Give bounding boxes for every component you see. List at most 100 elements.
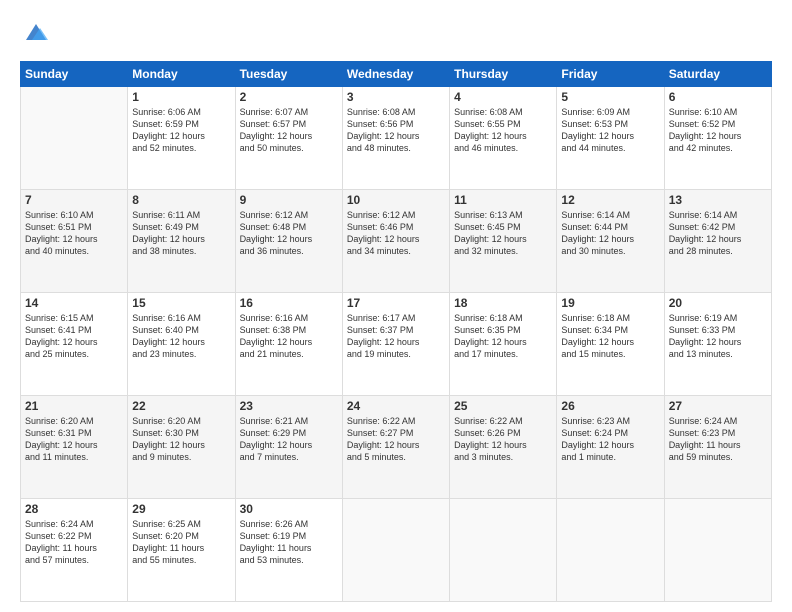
calendar-cell: 9 Sunrise: 6:12 AM Sunset: 6:48 PM Daylig… [235,189,342,292]
day-number: 21 [25,399,123,413]
calendar-cell [664,498,771,601]
day-number: 5 [561,90,659,104]
page: SundayMondayTuesdayWednesdayThursdayFrid… [0,0,792,612]
day-number: 4 [454,90,552,104]
calendar-cell: 4 Sunrise: 6:08 AM Sunset: 6:55 PM Daylig… [450,86,557,189]
calendar-cell: 25Sunrise: 6:22 AM Sunset: 6:26 PM Dayli… [450,395,557,498]
calendar-cell: 6 Sunrise: 6:10 AM Sunset: 6:52 PM Daylig… [664,86,771,189]
day-info: Sunrise: 6:25 AM Sunset: 6:20 PM Dayligh… [132,518,230,567]
day-info: Sunrise: 6:10 AM Sunset: 6:51 PM Dayligh… [25,209,123,258]
calendar-cell: 15 Sunrise: 6:16 AM Sunset: 6:40 PM Dayli… [128,292,235,395]
calendar-cell [557,498,664,601]
day-number: 29 [132,502,230,516]
weekday-header-friday: Friday [557,61,664,86]
calendar-cell: 16 Sunrise: 6:16 AM Sunset: 6:38 PM Dayli… [235,292,342,395]
calendar-cell: 20 Sunrise: 6:19 AM Sunset: 6:33 PM Dayli… [664,292,771,395]
day-number: 15 [132,296,230,310]
week-row-2: 7 Sunrise: 6:10 AM Sunset: 6:51 PM Daylig… [21,189,772,292]
calendar-cell: 11Sunrise: 6:13 AM Sunset: 6:45 PM Dayli… [450,189,557,292]
weekday-header-tuesday: Tuesday [235,61,342,86]
day-info: Sunrise: 6:09 AM Sunset: 6:53 PM Dayligh… [561,106,659,155]
calendar-cell: 2Sunrise: 6:07 AM Sunset: 6:57 PM Daylig… [235,86,342,189]
day-info: Sunrise: 6:18 AM Sunset: 6:34 PM Dayligh… [561,312,659,361]
day-number: 12 [561,193,659,207]
calendar-cell: 7 Sunrise: 6:10 AM Sunset: 6:51 PM Daylig… [21,189,128,292]
calendar-cell: 17 Sunrise: 6:17 AM Sunset: 6:37 PM Dayli… [342,292,449,395]
day-number: 13 [669,193,767,207]
day-info: Sunrise: 6:12 AM Sunset: 6:46 PM Dayligh… [347,209,445,258]
week-row-3: 14 Sunrise: 6:15 AM Sunset: 6:41 PM Dayli… [21,292,772,395]
day-number: 8 [132,193,230,207]
calendar-cell [342,498,449,601]
day-info: Sunrise: 6:20 AM Sunset: 6:30 PM Dayligh… [132,415,230,464]
calendar-cell: 22 Sunrise: 6:20 AM Sunset: 6:30 PM Dayli… [128,395,235,498]
week-row-1: 1 Sunrise: 6:06 AM Sunset: 6:59 PM Daylig… [21,86,772,189]
day-info: Sunrise: 6:14 AM Sunset: 6:44 PM Dayligh… [561,209,659,258]
week-row-4: 21 Sunrise: 6:20 AM Sunset: 6:31 PM Dayli… [21,395,772,498]
weekday-header-saturday: Saturday [664,61,771,86]
day-number: 30 [240,502,338,516]
day-info: Sunrise: 6:08 AM Sunset: 6:55 PM Dayligh… [454,106,552,155]
day-info: Sunrise: 6:19 AM Sunset: 6:33 PM Dayligh… [669,312,767,361]
day-info: Sunrise: 6:18 AM Sunset: 6:35 PM Dayligh… [454,312,552,361]
day-info: Sunrise: 6:20 AM Sunset: 6:31 PM Dayligh… [25,415,123,464]
calendar-cell: 14 Sunrise: 6:15 AM Sunset: 6:41 PM Dayli… [21,292,128,395]
calendar-cell: 5 Sunrise: 6:09 AM Sunset: 6:53 PM Daylig… [557,86,664,189]
day-number: 9 [240,193,338,207]
day-info: Sunrise: 6:24 AM Sunset: 6:23 PM Dayligh… [669,415,767,464]
weekday-header-row: SundayMondayTuesdayWednesdayThursdayFrid… [21,61,772,86]
calendar-cell: 10 Sunrise: 6:12 AM Sunset: 6:46 PM Dayli… [342,189,449,292]
day-number: 17 [347,296,445,310]
day-number: 18 [454,296,552,310]
day-info: Sunrise: 6:16 AM Sunset: 6:38 PM Dayligh… [240,312,338,361]
calendar: SundayMondayTuesdayWednesdayThursdayFrid… [20,61,772,602]
calendar-cell: 19 Sunrise: 6:18 AM Sunset: 6:34 PM Dayli… [557,292,664,395]
calendar-cell: 12 Sunrise: 6:14 AM Sunset: 6:44 PM Dayli… [557,189,664,292]
calendar-cell: 30 Sunrise: 6:26 AM Sunset: 6:19 PM Dayli… [235,498,342,601]
weekday-header-wednesday: Wednesday [342,61,449,86]
day-number: 22 [132,399,230,413]
header [20,18,772,51]
day-info: Sunrise: 6:06 AM Sunset: 6:59 PM Dayligh… [132,106,230,155]
calendar-cell: 26Sunrise: 6:23 AM Sunset: 6:24 PM Dayli… [557,395,664,498]
day-number: 7 [25,193,123,207]
day-info: Sunrise: 6:26 AM Sunset: 6:19 PM Dayligh… [240,518,338,567]
weekday-header-sunday: Sunday [21,61,128,86]
day-number: 23 [240,399,338,413]
calendar-cell: 18 Sunrise: 6:18 AM Sunset: 6:35 PM Dayli… [450,292,557,395]
day-number: 19 [561,296,659,310]
day-info: Sunrise: 6:12 AM Sunset: 6:48 PM Dayligh… [240,209,338,258]
day-info: Sunrise: 6:15 AM Sunset: 6:41 PM Dayligh… [25,312,123,361]
day-info: Sunrise: 6:16 AM Sunset: 6:40 PM Dayligh… [132,312,230,361]
day-number: 16 [240,296,338,310]
day-number: 20 [669,296,767,310]
logo-icon [22,18,50,46]
day-number: 10 [347,193,445,207]
logo [20,18,50,51]
day-number: 3 [347,90,445,104]
day-info: Sunrise: 6:22 AM Sunset: 6:26 PM Dayligh… [454,415,552,464]
day-number: 1 [132,90,230,104]
day-info: Sunrise: 6:17 AM Sunset: 6:37 PM Dayligh… [347,312,445,361]
day-number: 6 [669,90,767,104]
day-info: Sunrise: 6:08 AM Sunset: 6:56 PM Dayligh… [347,106,445,155]
calendar-cell: 21 Sunrise: 6:20 AM Sunset: 6:31 PM Dayli… [21,395,128,498]
day-number: 27 [669,399,767,413]
day-info: Sunrise: 6:23 AM Sunset: 6:24 PM Dayligh… [561,415,659,464]
weekday-header-monday: Monday [128,61,235,86]
day-info: Sunrise: 6:13 AM Sunset: 6:45 PM Dayligh… [454,209,552,258]
weekday-header-thursday: Thursday [450,61,557,86]
week-row-5: 28Sunrise: 6:24 AM Sunset: 6:22 PM Dayli… [21,498,772,601]
day-info: Sunrise: 6:10 AM Sunset: 6:52 PM Dayligh… [669,106,767,155]
day-info: Sunrise: 6:22 AM Sunset: 6:27 PM Dayligh… [347,415,445,464]
day-number: 24 [347,399,445,413]
calendar-cell [21,86,128,189]
calendar-cell: 1 Sunrise: 6:06 AM Sunset: 6:59 PM Daylig… [128,86,235,189]
calendar-cell: 23 Sunrise: 6:21 AM Sunset: 6:29 PM Dayli… [235,395,342,498]
calendar-cell [450,498,557,601]
day-info: Sunrise: 6:21 AM Sunset: 6:29 PM Dayligh… [240,415,338,464]
calendar-cell: 24 Sunrise: 6:22 AM Sunset: 6:27 PM Dayli… [342,395,449,498]
day-number: 28 [25,502,123,516]
calendar-cell: 28Sunrise: 6:24 AM Sunset: 6:22 PM Dayli… [21,498,128,601]
day-number: 14 [25,296,123,310]
